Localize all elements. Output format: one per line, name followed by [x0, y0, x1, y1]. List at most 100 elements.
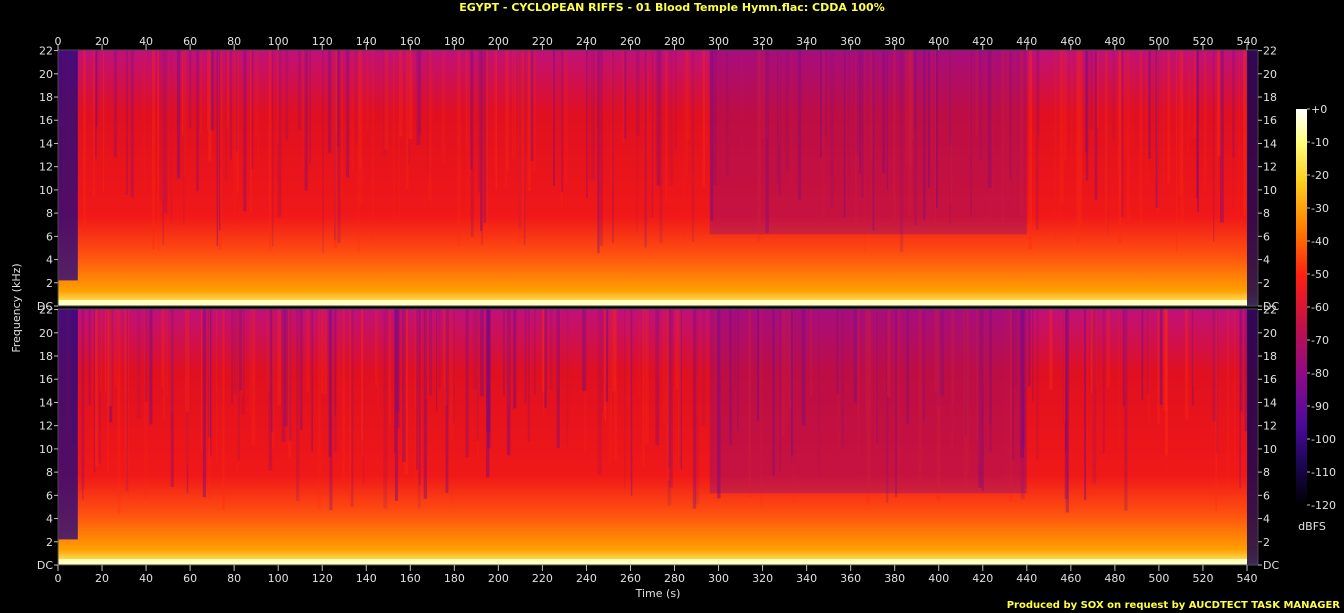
- y-tick-label-left: 18: [39, 350, 53, 363]
- texture-stripe: [1096, 50, 1099, 128]
- texture-stripe: [1054, 50, 1057, 242]
- y-tick-label-right: 2: [1263, 536, 1270, 549]
- texture-stripe: [83, 50, 86, 235]
- colorbar-unit-label: dBFS: [1298, 520, 1326, 533]
- x-tick-label-top: 120: [312, 35, 333, 48]
- x-tick-label-top: 300: [708, 35, 729, 48]
- texture-stripe: [231, 309, 233, 405]
- y-tick-label-right: 14: [1263, 396, 1277, 409]
- texture-stripe: [1240, 309, 1243, 412]
- x-tick-label-bottom: 40: [139, 572, 153, 585]
- texture-stripe: [113, 50, 118, 158]
- texture-stripe: [230, 50, 232, 161]
- colorbar-tick-label: -10: [1311, 136, 1329, 149]
- texture-stripe: [532, 50, 536, 171]
- texture-stripe: [366, 50, 369, 131]
- texture-stripe: [176, 50, 181, 179]
- texture-stripe: [527, 309, 530, 442]
- texture-stripe: [95, 309, 98, 466]
- texture-stripe: [666, 309, 670, 481]
- texture-stripe: [322, 50, 324, 253]
- x-tick-label-bottom: 240: [576, 572, 597, 585]
- texture-stripe: [438, 309, 441, 390]
- texture-stripe: [702, 50, 706, 187]
- texture-stripe: [210, 50, 214, 131]
- texture-stripe: [251, 309, 256, 445]
- texture-stripe: [183, 50, 185, 226]
- texture-stripe: [149, 309, 153, 425]
- texture-stripe: [1157, 309, 1160, 424]
- x-tick-label-bottom: 20: [95, 572, 109, 585]
- texture-stripe: [591, 50, 595, 181]
- texture-stripe: [271, 50, 274, 247]
- texture-stripe: [1180, 50, 1184, 226]
- texture-stripe: [277, 50, 279, 144]
- x-tick-label-top: 460: [1060, 35, 1081, 48]
- texture-stripe: [466, 50, 470, 241]
- texture-stripe: [556, 309, 560, 449]
- texture-stripe: [1070, 50, 1073, 171]
- colorbar-tick-label: -20: [1311, 169, 1329, 182]
- texture-stripe: [429, 309, 433, 396]
- texture-stripe: [334, 309, 337, 453]
- texture-stripe: [1124, 50, 1126, 158]
- texture-stripe: [1187, 50, 1189, 154]
- x-tick-label-bottom: 100: [268, 572, 289, 585]
- texture-stripe: [1104, 50, 1108, 234]
- texture-stripe: [216, 50, 219, 247]
- x-tick-label-bottom: 400: [928, 572, 949, 585]
- texture-stripe: [1102, 309, 1105, 454]
- y-tick-label-left: 18: [39, 91, 53, 104]
- texture-stripe: [170, 309, 174, 488]
- x-tick-label-top: 240: [576, 35, 597, 48]
- texture-stripe: [351, 309, 354, 508]
- texture-stripe: [161, 309, 164, 389]
- texture-stripe: [383, 309, 388, 509]
- texture-stripe: [1126, 50, 1130, 222]
- y-tick-label-right: 4: [1263, 254, 1270, 267]
- texture-stripe: [662, 309, 667, 424]
- texture-stripe: [342, 309, 346, 485]
- x-tick-label-top: 200: [488, 35, 509, 48]
- y-tick-label-right: 4: [1263, 513, 1270, 526]
- y-tick-label-right: 18: [1263, 91, 1277, 104]
- texture-stripe: [1124, 309, 1128, 511]
- quiet-region: [709, 309, 1027, 494]
- x-tick-label-top: 420: [972, 35, 993, 48]
- texture-stripe: [436, 309, 438, 412]
- texture-stripe: [210, 309, 212, 456]
- texture-stripe: [1196, 50, 1199, 199]
- texture-stripe: [272, 309, 274, 449]
- texture-stripe: [1089, 50, 1094, 130]
- texture-stripe: [533, 309, 536, 395]
- fade-in-region: [58, 309, 78, 540]
- texture-stripe: [561, 50, 563, 192]
- texture-stripe: [651, 50, 653, 218]
- spectrogram-chart: 0 0 20 20 40 40 60 60 80 80 100 100 120 120 140 140 160 1…: [10, 35, 1336, 600]
- texture-stripe: [163, 309, 165, 418]
- y-tick-label-left: 16: [39, 373, 53, 386]
- texture-stripe: [157, 50, 159, 251]
- colorbar: +0 -10 -20 -30 -40 -50 -60 -70 -80 -90 -100 -110 -12…: [1296, 103, 1336, 533]
- texture-stripe: [255, 50, 257, 138]
- x-tick-label-top: 160: [400, 35, 421, 48]
- texture-stripe: [309, 50, 311, 165]
- texture-stripe: [408, 50, 413, 140]
- texture-stripe: [1212, 309, 1216, 421]
- x-tick-label-top: 440: [1016, 35, 1037, 48]
- x-tick-label-bottom: 420: [972, 572, 993, 585]
- texture-stripe: [277, 309, 281, 406]
- y-tick-label-right: 22: [1263, 304, 1277, 317]
- texture-stripe: [441, 50, 446, 163]
- texture-stripe: [399, 50, 403, 137]
- texture-stripe: [486, 309, 491, 432]
- y-tick-label-right: 22: [1263, 45, 1277, 58]
- y-tick-label-right: 16: [1263, 373, 1277, 386]
- texture-stripe: [502, 309, 505, 396]
- texture-stripe: [603, 309, 607, 420]
- texture-stripe: [564, 50, 568, 184]
- y-tick-label-left: 20: [39, 68, 53, 81]
- x-tick-label-top: 140: [356, 35, 377, 48]
- texture-stripe: [375, 309, 377, 386]
- x-tick-label-top: 220: [532, 35, 553, 48]
